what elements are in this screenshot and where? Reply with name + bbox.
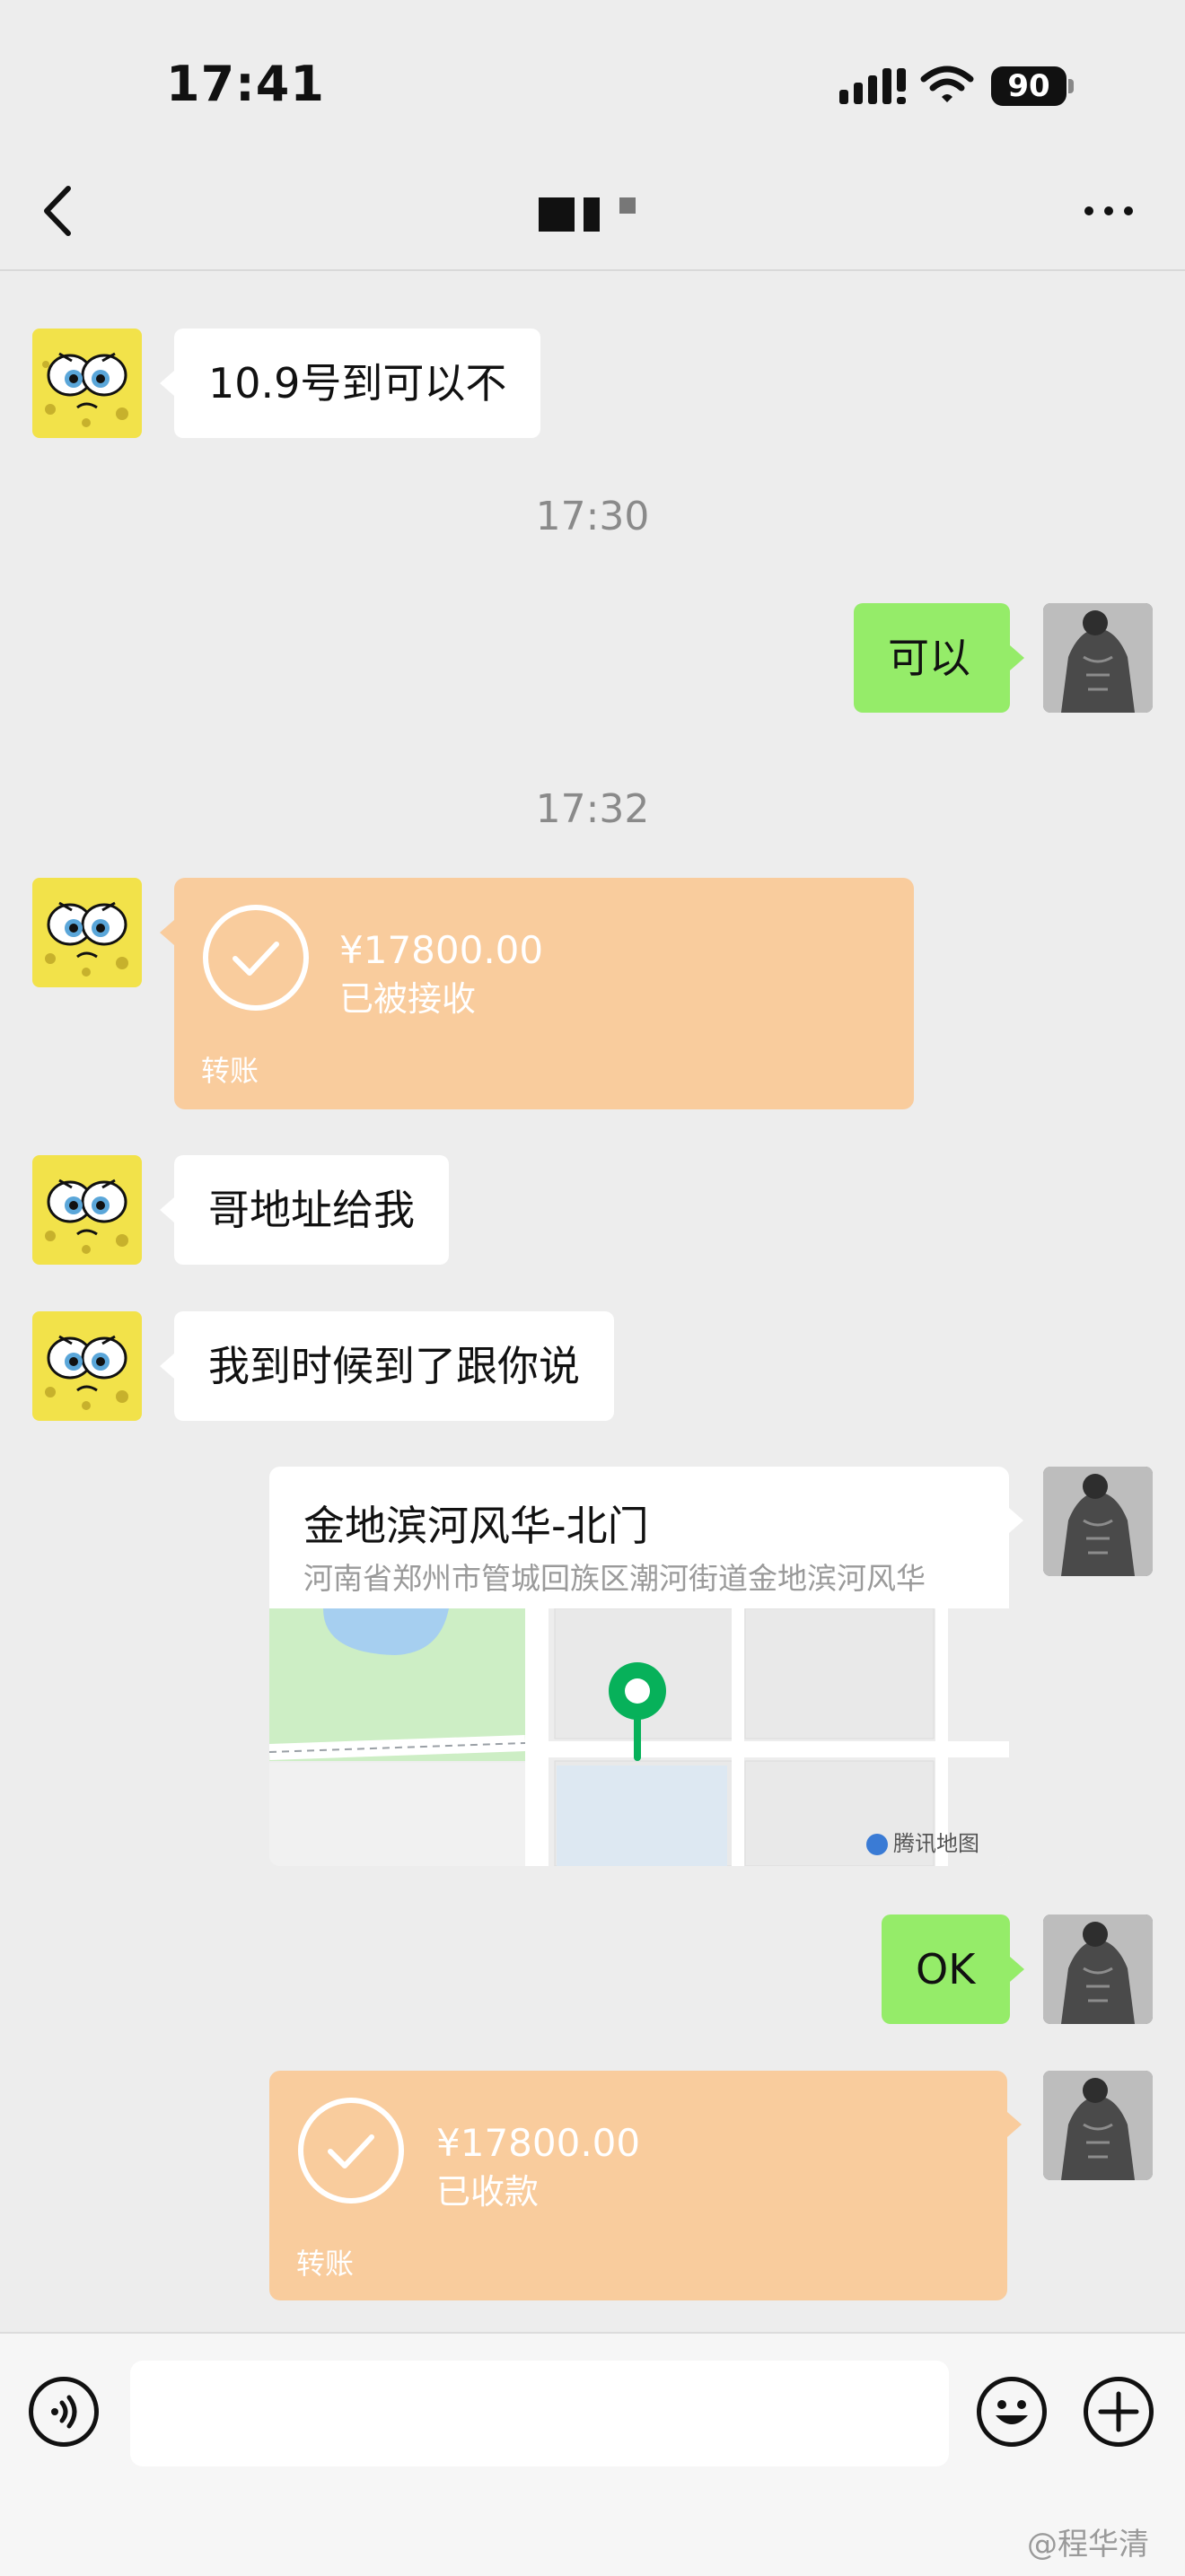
status-bar: 17:41 90 [0,0,1185,153]
bubble-tail [160,1197,174,1222]
profile-photo-icon [1043,1914,1153,2024]
profile-photo-icon [1043,2071,1153,2180]
check-icon [233,942,279,976]
map-provider-label: 腾讯地图 [893,1831,979,1856]
my-avatar[interactable] [1043,603,1153,713]
transfer-card[interactable]: ¥17800.00 已收款 转账 [269,2071,1007,2300]
chat-title-redacted [539,197,636,232]
message-text: 10.9号到可以不 [208,359,507,407]
contact-avatar[interactable] [32,1155,142,1265]
bubble-tail [1009,1508,1023,1533]
my-avatar[interactable] [1043,1914,1153,2024]
message-text: 哥地址给我 [208,1186,415,1234]
plus-icon [1098,2391,1139,2432]
map-pin-icon [609,1662,666,1761]
my-avatar[interactable] [1043,2071,1153,2180]
location-title: 金地滨河风华-北门 [303,1502,649,1550]
tencent-map-icon [866,1834,888,1855]
transfer-label: 转账 [201,1054,259,1088]
emoji-button[interactable] [977,2377,1047,2447]
bubble-tail [1007,2112,1022,2137]
status-time: 17:41 [166,56,325,112]
contact-avatar[interactable] [32,329,142,438]
emoji-icon [996,2400,1028,2424]
profile-photo-icon [1043,1467,1153,1576]
profile-photo-icon [1043,603,1153,713]
bubble-tail [1010,645,1024,670]
watermark: @程华清 [1027,2527,1149,2563]
bubble-tail [1010,1957,1024,1982]
bubble-tail [160,920,174,945]
spongebob-avatar-icon [32,1155,142,1265]
message-bubble[interactable]: 10.9号到可以不 [174,329,541,438]
transfer-amount: ¥17800.00 [436,2121,641,2165]
chat-header [0,153,1185,271]
contact-avatar[interactable] [32,878,142,987]
battery-tip [1068,79,1074,93]
message-text: 我到时候到了跟你说 [208,1342,580,1390]
timestamp: 17:30 [535,494,650,539]
transfer-label: 转账 [296,2247,355,2281]
message-input[interactable] [130,2361,949,2466]
message-bubble[interactable]: 可以 [854,603,1010,713]
more-icon[interactable] [1082,197,1136,224]
message-text: OK [916,1945,976,1993]
spongebob-avatar-icon [32,1311,142,1421]
timestamp: 17:32 [535,786,650,832]
check-icon [328,2134,374,2169]
voice-button[interactable] [29,2377,99,2447]
location-address: 河南省郑州市管城回族区潮河街道金地滨河风华 [303,1561,926,1596]
location-card[interactable]: 金地滨河风华-北门 河南省郑州市管城回族区潮河街道金地滨河风华 腾讯地图 [269,1467,1009,1866]
message-bubble[interactable]: 哥地址给我 [174,1155,449,1265]
spongebob-avatar-icon [32,329,142,438]
message-bubble[interactable]: 我到时候到了跟你说 [174,1311,614,1421]
check-circle [298,2098,404,2204]
message-text: 可以 [888,634,970,682]
transfer-amount: ¥17800.00 [339,928,544,972]
input-bar: @程华清 [0,2332,1185,2576]
contact-avatar[interactable] [32,1311,142,1421]
bubble-tail [160,371,174,396]
transfer-card[interactable]: ¥17800.00 已被接收 转账 [174,878,914,1109]
battery-level: 90 [991,66,1066,106]
spongebob-avatar-icon [32,878,142,987]
message-bubble[interactable]: OK [882,1914,1010,2024]
signal-icon [839,68,906,104]
my-avatar[interactable] [1043,1467,1153,1576]
map-provider: 腾讯地图 [866,1826,979,1857]
check-circle [203,905,309,1011]
bubble-tail [160,1354,174,1379]
transfer-status: 已收款 [436,2172,540,2212]
wifi-icon [920,66,974,102]
chevron-left-icon[interactable] [36,180,81,242]
plus-button[interactable] [1084,2377,1154,2447]
transfer-status: 已被接收 [339,979,477,1019]
voice-icon [51,2395,77,2429]
